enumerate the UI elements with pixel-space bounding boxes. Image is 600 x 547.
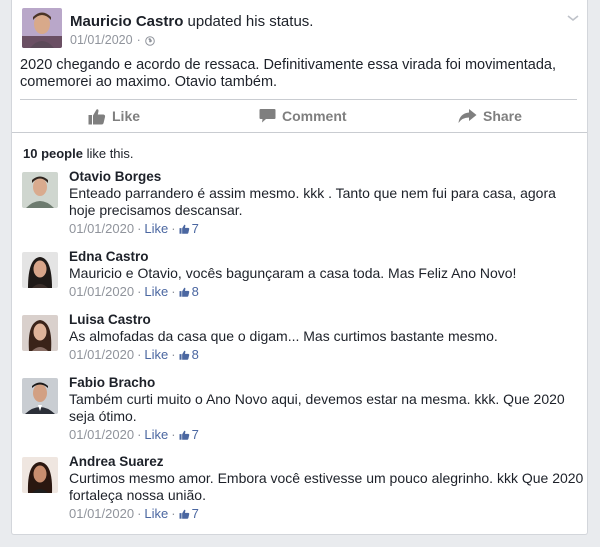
comment-date[interactable]: 01/01/2020 xyxy=(69,282,134,302)
comment-body: Luisa Castro As almofadas da casa que o … xyxy=(69,311,584,365)
post-actions: Like Comment Share xyxy=(12,100,589,132)
thumbs-up-icon xyxy=(88,108,106,125)
comment-text: Mauricio e Otavio, vocês bagunçaram a ca… xyxy=(69,265,517,281)
thumbs-up-icon xyxy=(179,430,189,440)
comment-like-link[interactable]: Like xyxy=(144,282,168,302)
likes-summary[interactable]: 10 people like this. xyxy=(23,146,134,161)
commenter-name[interactable]: Fabio Bracho xyxy=(69,374,584,391)
comment-body: Andrea Suarez Curtimos mesmo amor. Embor… xyxy=(69,453,584,524)
post-date[interactable]: 01/01/2020 xyxy=(70,33,133,47)
meta-separator: · xyxy=(136,33,141,47)
comment-body: Edna Castro Mauricio e Otavio, vocês bag… xyxy=(69,248,584,302)
commenter-avatar[interactable] xyxy=(22,252,58,288)
like-count-value: 7 xyxy=(191,506,199,521)
post-header: Mauricio Castro updated his status. 01/0… xyxy=(22,8,580,50)
commenter-name[interactable]: Andrea Suarez xyxy=(69,453,584,470)
like-count-value: 7 xyxy=(191,221,199,236)
commenter-avatar[interactable] xyxy=(22,378,58,414)
comment-text: Curtimos mesmo amor. Embora você estives… xyxy=(69,470,584,503)
meta-separator: · xyxy=(137,347,142,362)
meta-separator: · xyxy=(137,506,142,521)
like-label: Like xyxy=(112,108,141,124)
author-avatar[interactable] xyxy=(22,8,62,48)
thumbs-up-icon xyxy=(179,287,189,297)
comment-date[interactable]: 01/01/2020 xyxy=(69,504,134,524)
comment-like-link[interactable]: Like xyxy=(144,345,168,365)
comment-text: Enteado parrandero é assim mesmo. kkk . … xyxy=(69,185,556,218)
comment-body: Otavio Borges Enteado parrandero é assim… xyxy=(69,168,584,239)
comment-like-link[interactable]: Like xyxy=(144,425,168,445)
like-count-value: 8 xyxy=(191,284,199,299)
post-card: Mauricio Castro updated his status. 01/0… xyxy=(11,0,588,535)
comment-like-count[interactable]: 8 xyxy=(179,345,199,365)
comment-label: Comment xyxy=(282,108,347,124)
commenter-name[interactable]: Luisa Castro xyxy=(69,311,584,328)
comment-like-count[interactable]: 7 xyxy=(179,425,199,445)
comment-date[interactable]: 01/01/2020 xyxy=(69,345,134,365)
comment-meta: 01/01/2020 · Like · 7 xyxy=(69,504,584,524)
comment-text: Também curti muito o Ano Novo aqui, deve… xyxy=(69,391,565,424)
commenter-name[interactable]: Otavio Borges xyxy=(69,168,584,185)
meta-separator: · xyxy=(137,427,142,442)
comment-meta: 01/01/2020 · Like · 7 xyxy=(69,425,584,445)
author-line: Mauricio Castro updated his status. xyxy=(70,13,313,30)
meta-separator: · xyxy=(171,221,176,236)
comment-body: Fabio Bracho Também curti muito o Ano No… xyxy=(69,374,584,445)
comment-like-count[interactable]: 7 xyxy=(179,219,199,239)
share-arrow-icon xyxy=(458,108,477,124)
comment-button[interactable]: Comment xyxy=(259,100,347,132)
like-count-value: 7 xyxy=(191,427,199,442)
commenter-name[interactable]: Edna Castro xyxy=(69,248,584,265)
commenter-avatar[interactable] xyxy=(22,315,58,351)
meta-separator: · xyxy=(137,284,142,299)
share-label: Share xyxy=(483,108,522,124)
comment-date[interactable]: 01/01/2020 xyxy=(69,425,134,445)
comment-meta: 01/01/2020 · Like · 8 xyxy=(69,282,584,302)
share-button[interactable]: Share xyxy=(458,100,522,132)
comment-like-link[interactable]: Like xyxy=(144,504,168,524)
comment-meta: 01/01/2020 · Like · 7 xyxy=(69,219,584,239)
thumbs-up-icon xyxy=(179,350,189,360)
comment-like-count[interactable]: 7 xyxy=(179,504,199,524)
commenter-avatar[interactable] xyxy=(22,457,58,493)
chevron-down-icon[interactable] xyxy=(566,10,580,22)
comment-like-link[interactable]: Like xyxy=(144,219,168,239)
comment-like-count[interactable]: 8 xyxy=(179,282,199,302)
like-count-value: 8 xyxy=(191,347,199,362)
thumbs-up-icon xyxy=(179,224,189,234)
meta-separator: · xyxy=(137,221,142,236)
meta-separator: · xyxy=(171,506,176,521)
post-text: 2020 chegando e acordo de ressaca. Defin… xyxy=(20,57,557,90)
likes-suffix: like this. xyxy=(82,146,134,161)
comment-text: As almofadas da casa que o digam... Mas … xyxy=(69,328,498,344)
globe-icon xyxy=(144,35,155,46)
comment-meta: 01/01/2020 · Like · 8 xyxy=(69,345,584,365)
meta-separator: · xyxy=(171,427,176,442)
author-action: updated his status. xyxy=(187,13,314,30)
speech-bubble-icon xyxy=(259,108,276,124)
thumbs-up-icon xyxy=(179,509,189,519)
like-button[interactable]: Like xyxy=(88,100,140,132)
likes-count-label[interactable]: 10 people xyxy=(23,146,83,161)
meta-separator: · xyxy=(171,284,176,299)
commenter-avatar[interactable] xyxy=(22,172,58,208)
comment-date[interactable]: 01/01/2020 xyxy=(69,219,134,239)
meta-separator: · xyxy=(171,347,176,362)
author-name[interactable]: Mauricio Castro xyxy=(70,13,183,30)
divider xyxy=(12,132,587,133)
post-meta: 01/01/2020 · xyxy=(70,33,155,47)
